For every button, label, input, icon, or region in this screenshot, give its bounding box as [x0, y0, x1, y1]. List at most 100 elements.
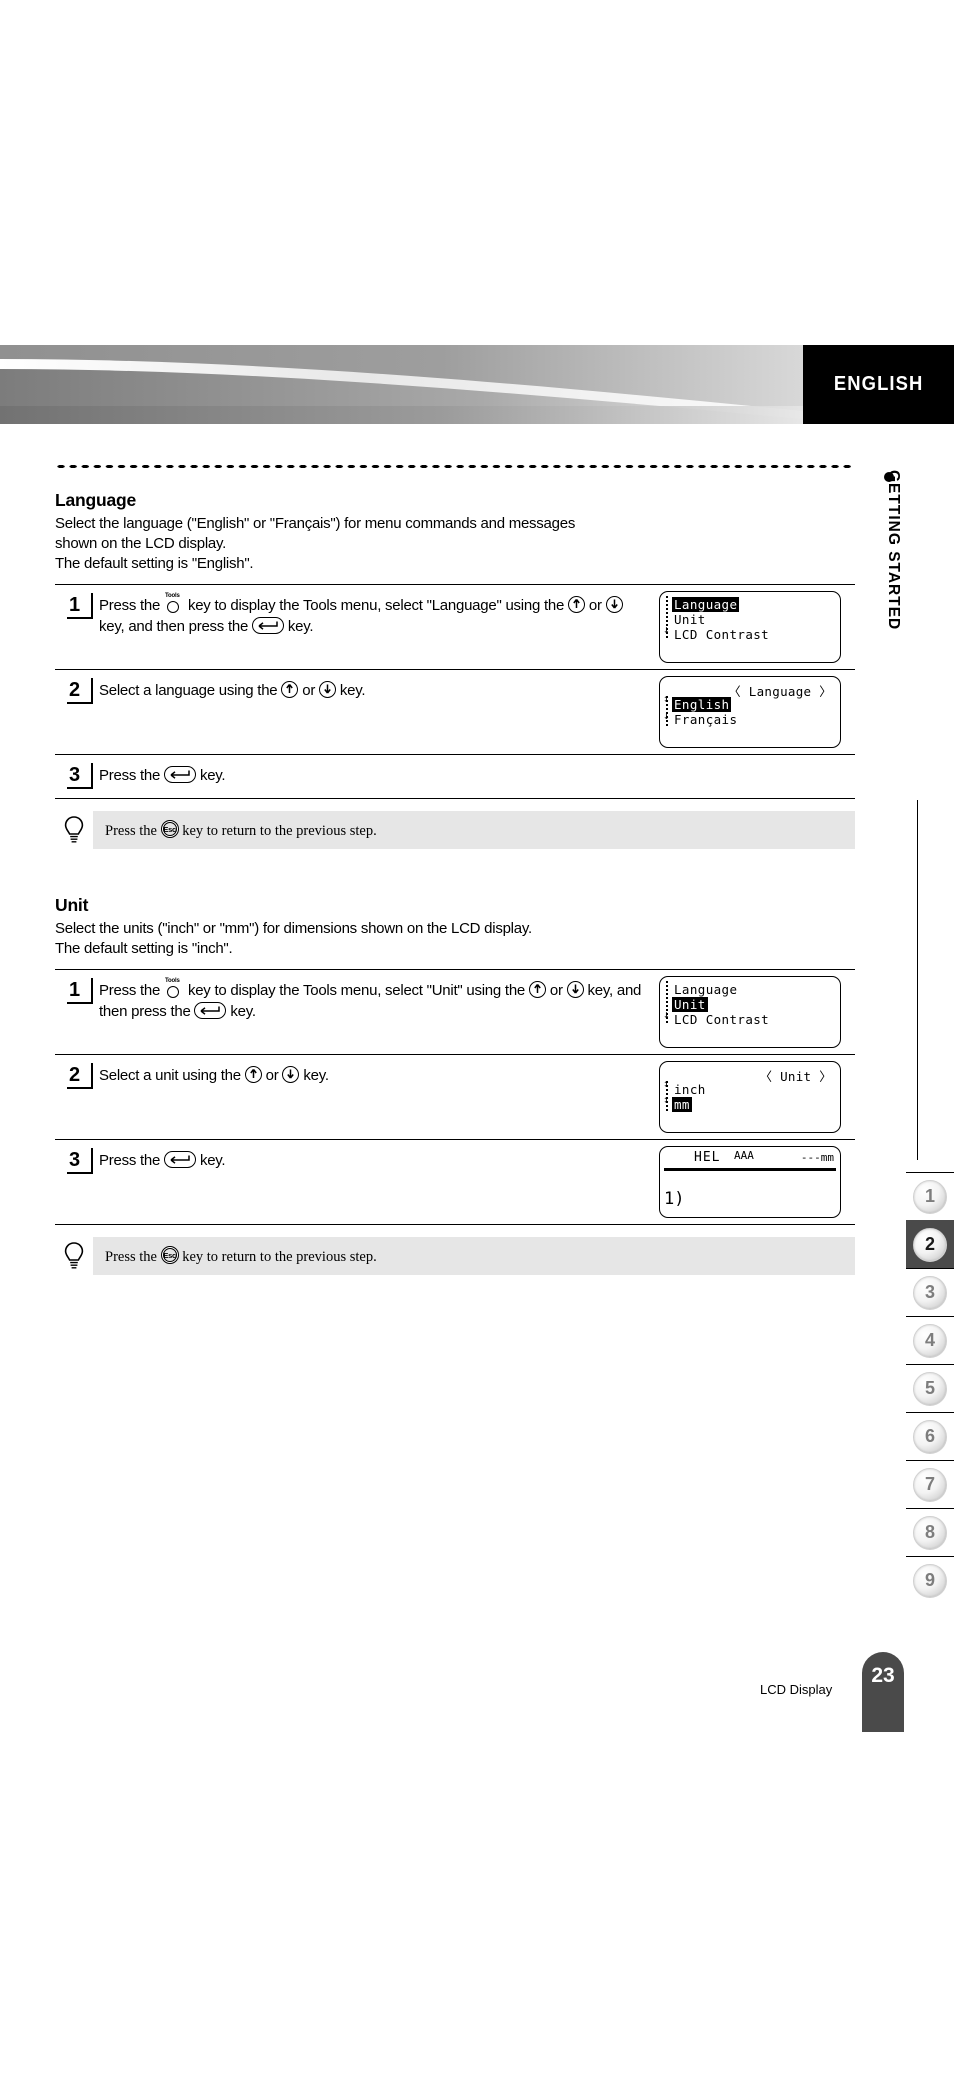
step-number-label: 3 — [68, 1149, 81, 1171]
step-instruction: Press the Tools key to display the Tools… — [99, 591, 659, 637]
page-title: Unit — [55, 895, 89, 915]
tip-box: Press the Esc key to return to the previ… — [55, 811, 855, 849]
step-instruction: Press the Tools key to display the Tools… — [99, 976, 659, 1022]
down-arrow-key-icon — [566, 981, 584, 998]
enter-key-icon — [164, 1151, 197, 1168]
lcd-scroll-up-arrow: ↕ — [663, 1077, 670, 1090]
step-instruction: Press the key. — [99, 761, 659, 786]
step-row: 3 Press the key. — [55, 755, 855, 799]
step-lcd-preview: 〈 Language 〉 ↕ ↓ English Français — [659, 676, 855, 748]
step-text-fragment: Select a unit using the — [99, 1067, 245, 1084]
esc-key-icon: Esc — [160, 1246, 179, 1264]
lcd-row-selected: Unit — [672, 997, 708, 1012]
lcd-display: ↓ Language Unit LCD Contrast — [659, 591, 841, 663]
step-text-fragment: key to display the Tools menu, select "L… — [184, 597, 568, 614]
step-row: 2 Select a language using the or key. 〈 … — [55, 670, 855, 755]
tip-text: Press the Esc key to return to the previ… — [93, 811, 855, 849]
up-arrow-key-icon — [281, 681, 299, 698]
lcd-cursor: 1) — [664, 1189, 685, 1209]
down-arrow-key-icon — [605, 596, 623, 613]
step-number: 1 — [55, 976, 99, 1004]
step-text-fragment: key, and then press the — [99, 618, 252, 635]
lcd-scroll-down-arrow: ↓ — [663, 1008, 670, 1021]
step-instruction: Select a language using the or key. — [99, 676, 659, 701]
page-number: 23 — [871, 1664, 895, 1687]
lightbulb-icon — [55, 1241, 93, 1271]
page-title: Language — [55, 490, 137, 510]
step-text-fragment: key. — [284, 618, 314, 635]
lcd-row-selected: English — [672, 697, 732, 712]
steps-table: 1 Press the Tools key to display the Too… — [55, 584, 855, 799]
tools-key-icon: Tools — [164, 593, 184, 613]
step-text-fragment: key to display the Tools menu, select "U… — [184, 982, 529, 999]
lcd-row-selected: Language — [672, 597, 740, 612]
up-arrow-key-icon — [568, 596, 585, 613]
step-number: 3 — [55, 761, 99, 789]
step-text-fragment: key. — [299, 1067, 329, 1084]
lcd-length-label: ---mm — [800, 1151, 834, 1164]
chapter-index-label: 2 — [913, 1227, 947, 1262]
section-desc-line-1: Select the language ("English" or "Franç… — [55, 515, 576, 532]
lcd-header: 〈 Language 〉 — [728, 684, 832, 699]
lcd-row: inch — [674, 1082, 706, 1097]
chapter-index-item-7[interactable]: 7 — [906, 1460, 954, 1508]
chapter-index-label: 8 — [913, 1515, 947, 1550]
chapter-index-item-5[interactable]: 5 — [906, 1364, 954, 1412]
chapter-index-item-4[interactable]: 4 — [906, 1316, 954, 1364]
chapter-index-item-1[interactable]: 1 — [906, 1172, 954, 1220]
step-row: 1 Press the Tools key to display the Too… — [55, 970, 855, 1055]
chapter-index-item-9[interactable]: 9 — [906, 1556, 954, 1604]
section-desc-line-3: The default setting is "English". — [55, 555, 254, 572]
step-lcd-preview: 〈 Unit 〉 ↕ ↕ inch mm — [659, 1061, 855, 1133]
lcd-row: LCD Contrast — [674, 627, 770, 642]
step-number: 3 — [55, 1146, 99, 1174]
tip-box: Press the Esc key to return to the previ… — [55, 1237, 855, 1275]
lcd-scroll-down-arrow: ↕ — [663, 1093, 670, 1106]
chapter-index[interactable]: 1 2 3 4 5 6 7 8 9 — [906, 1172, 954, 1604]
up-arrow-key-icon — [528, 981, 546, 998]
lcd-status-bar — [664, 1168, 836, 1171]
up-arrow-key-icon — [244, 1066, 262, 1083]
chapter-index-label: 4 — [913, 1323, 947, 1358]
footer-section-label: LCD Display — [760, 1682, 833, 1697]
lcd-row: Language — [674, 982, 738, 997]
tip-text: Press the Esc key to return to the previ… — [93, 1237, 855, 1275]
step-lcd-preview: ↓ Language Unit LCD Contrast — [659, 591, 855, 663]
lcd-scroll-down-arrow: ↓ — [663, 709, 670, 722]
language-tag-label: ENGLISH — [833, 373, 924, 395]
section-description: Select the language ("English" or "Franç… — [55, 514, 855, 574]
step-number: 2 — [55, 676, 99, 704]
language-tag: ENGLISH — [803, 345, 954, 424]
tip-text-fragment: Press the — [105, 823, 161, 839]
step-text-fragment: key. — [336, 682, 366, 699]
chapter-index-item-6[interactable]: 6 — [906, 1412, 954, 1460]
section-description: Select the units ("inch" or "mm") for di… — [55, 919, 855, 959]
lcd-row: Français — [674, 712, 738, 727]
chapter-index-label: 3 — [913, 1275, 947, 1310]
lightbulb-icon — [55, 815, 93, 845]
step-lcd-preview: HEL AAA ---mm 1) — [659, 1146, 855, 1218]
chapter-index-item-3[interactable]: 3 — [906, 1268, 954, 1316]
chapter-index-item-8[interactable]: 8 — [906, 1508, 954, 1556]
step-number-label: 1 — [68, 979, 81, 1001]
step-text-fragment: Select a language using the — [99, 682, 282, 699]
step-text-fragment: Press the — [99, 1152, 165, 1169]
page-number-badge: 23 — [862, 1652, 904, 1732]
step-text-fragment: Press the — [99, 597, 165, 614]
chapter-side-label: GETTING STARTED — [878, 470, 908, 700]
chapter-index-label: 5 — [913, 1371, 947, 1406]
lcd-display: HEL AAA ---mm 1) — [659, 1146, 841, 1218]
section-desc-line-1: Select the units ("inch" or "mm") for di… — [55, 920, 532, 937]
dotted-divider — [55, 464, 855, 469]
enter-key-icon — [164, 766, 197, 783]
top-banner: ENGLISH — [0, 345, 954, 424]
chapter-index-item-2[interactable]: 2 — [906, 1220, 954, 1268]
chapter-side-label-text: GETTING STARTED — [885, 470, 902, 631]
step-row: 1 Press the Tools key to display the Too… — [55, 585, 855, 670]
chapter-index-label: 1 — [913, 1179, 947, 1214]
step-number-label: 2 — [68, 679, 81, 701]
section-desc-line-2: shown on the LCD display. — [55, 535, 227, 552]
step-text-fragment: key. — [196, 767, 226, 784]
tip-text-fragment: key to return to the previous step. — [178, 1249, 377, 1265]
tools-key-icon: Tools — [164, 978, 184, 998]
